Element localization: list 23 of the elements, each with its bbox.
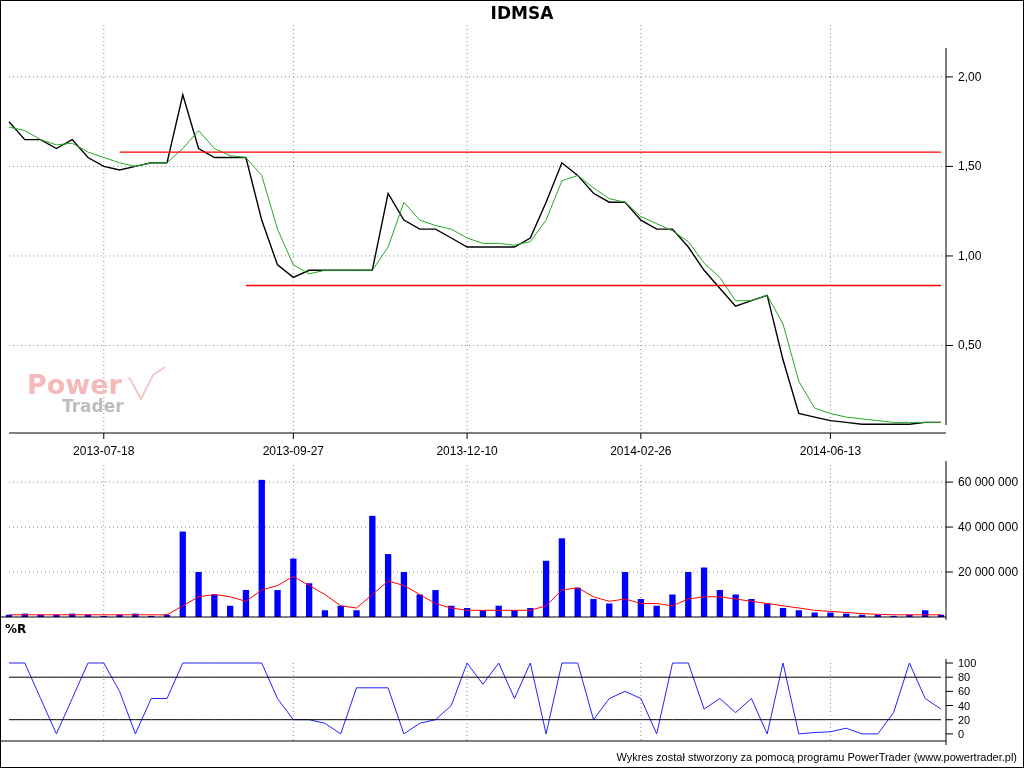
axis-label: 20	[958, 713, 971, 726]
axis-label: 80	[958, 671, 971, 684]
axis-label: 40	[958, 699, 971, 712]
axis-label: 2014-06-13	[799, 443, 862, 458]
axis-label: 2013-12-10	[436, 443, 498, 458]
footer-note: Wykres został stworzony za pomocą programu PowerTrader (www.powertrader.pl)	[616, 750, 1017, 763]
axis-label: 60 000 000	[958, 474, 1019, 489]
axis-label: 20 000 000	[958, 564, 1019, 579]
axis-label: 1,50	[958, 159, 982, 174]
axis-label: 60	[958, 685, 971, 698]
chart-title: IDMSA	[489, 2, 554, 23]
axis-label: 2013-09-27	[262, 443, 325, 458]
axis-label: 0	[958, 727, 965, 740]
panel-label: %R	[5, 622, 27, 637]
logo-text: Trader	[61, 398, 124, 415]
axis-label: 0,50	[958, 338, 982, 353]
axis-label: 100	[958, 656, 977, 669]
logo-text: Power	[27, 371, 122, 398]
axis-label: 2014-02-26	[610, 443, 672, 458]
axis-label: 2013-07-18	[73, 443, 135, 458]
axis-label: 1,00	[958, 248, 982, 263]
axis-label: 2,00	[958, 69, 982, 84]
axis-label: 40 000 000	[958, 519, 1019, 534]
